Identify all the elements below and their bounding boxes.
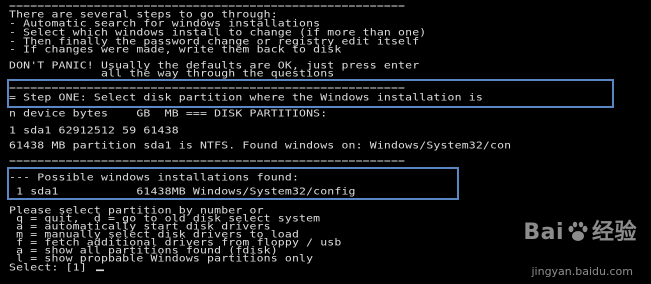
watermark-brand-left: Bai bbox=[523, 220, 564, 245]
partition-table-header: n device bytes GB MB === DISK PARTITIONS… bbox=[9, 107, 328, 119]
select-prompt: Select: [1] bbox=[9, 261, 94, 273]
baidu-watermark: Bai 经验 jingyan.baidu.com bbox=[491, 210, 641, 280]
paw-icon bbox=[568, 221, 588, 241]
dont-panic-line-2: all the way through the questions bbox=[9, 67, 335, 79]
partition-row: 1 sda1 62912512 59 61438 bbox=[9, 124, 179, 136]
select-input-line[interactable]: Select: [1] bbox=[9, 262, 104, 272]
watermark-brand-right: 经验 bbox=[591, 220, 637, 245]
step-one-highlight-box bbox=[7, 79, 614, 108]
separator-line: ========================================… bbox=[9, 157, 406, 165]
watermark-logo: Bai 经验 bbox=[523, 214, 637, 246]
terminal-screen[interactable]: ========================================… bbox=[0, 0, 651, 284]
ntfs-found-line: 61438 MB partition sda1 is NTFS. Found w… bbox=[9, 139, 512, 151]
step-list-item: - If changes were made, write them back … bbox=[9, 43, 342, 55]
text-cursor bbox=[95, 269, 104, 272]
installations-highlight-box bbox=[7, 167, 459, 200]
watermark-url: jingyan.baidu.com bbox=[531, 265, 633, 278]
